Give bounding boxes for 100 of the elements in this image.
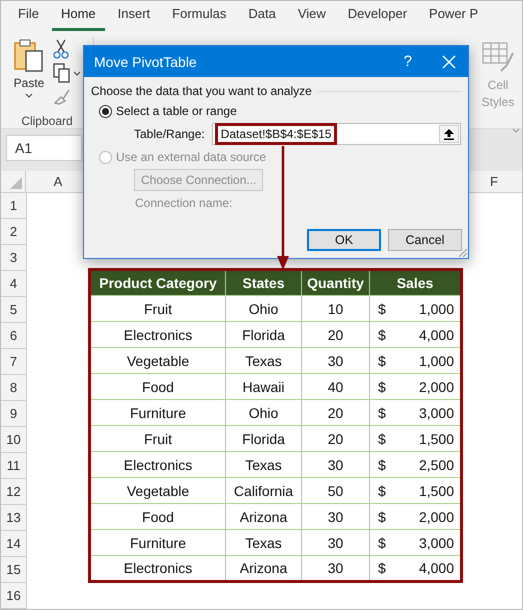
ribbon-tab[interactable]: Insert [108, 2, 160, 31]
collapse-button[interactable] [439, 125, 459, 143]
table-cell: Fruit [90, 296, 226, 322]
table-cell: 10 [302, 296, 370, 322]
sales-amount: 3,000 [418, 534, 454, 550]
row-number[interactable]: 1 [1, 193, 26, 219]
table-cell: Texas [226, 530, 302, 556]
caret-icon[interactable] [73, 70, 81, 76]
row-number[interactable]: 7 [1, 349, 26, 375]
ribbon-tab[interactable]: Power P [420, 2, 488, 31]
row-number[interactable]: 12 [1, 479, 26, 505]
table-cell: Ohio [226, 296, 302, 322]
sales-amount: 3,000 [418, 404, 454, 420]
column-heading: States [226, 270, 302, 296]
copy-icon[interactable] [53, 63, 71, 83]
row-number[interactable]: 4 [1, 271, 26, 297]
table-cell: Electronics [90, 322, 226, 348]
table-cell: Food [90, 374, 226, 400]
option-label[interactable]: Select a table or range [116, 104, 237, 118]
brush-icon[interactable] [53, 87, 71, 105]
sales-amount: 2,000 [418, 378, 454, 394]
table-cell: Vegetable [90, 478, 226, 504]
resize-grip-icon[interactable] [457, 247, 467, 257]
sales-amount: 1,000 [418, 300, 454, 316]
currency-symbol: $ [378, 326, 386, 342]
table-cell: 50 [302, 478, 370, 504]
range-value: Dataset!$B$4:$E$15 [214, 123, 338, 145]
row-number[interactable]: 8 [1, 375, 26, 401]
sales-amount: 4,000 [418, 326, 454, 342]
sales-amount: 1,000 [418, 352, 454, 368]
currency-symbol: $ [378, 456, 386, 472]
ribbon-tab[interactable]: View [288, 2, 335, 31]
currency-symbol: $ [378, 404, 386, 420]
table-cell: Texas [226, 452, 302, 478]
table-cell: Furniture [90, 530, 226, 556]
dialog-button[interactable]: Cancel [388, 229, 462, 251]
table-cell: Fruit [90, 426, 226, 452]
table-cell: 30 [302, 504, 370, 530]
currency-symbol: $ [378, 430, 386, 446]
currency-symbol: $ [378, 300, 386, 316]
row-number[interactable]: 5 [1, 297, 26, 323]
ribbon-tab[interactable]: Formulas [163, 2, 236, 31]
ribbon-tab[interactable]: File [9, 2, 48, 31]
row-number[interactable]: 15 [1, 557, 26, 583]
group-label: Clipboard [21, 114, 73, 128]
ribbon-tab[interactable]: Developer [338, 2, 416, 31]
table-cell: Florida [226, 426, 302, 452]
paste-label[interactable]: Paste [14, 76, 44, 90]
sales-amount: 1,500 [418, 482, 454, 498]
table-cell: California [226, 478, 302, 504]
section-heading: Choose the data that you want to analyze [91, 84, 312, 98]
currency-symbol: $ [378, 352, 386, 368]
table-cell: 30 [302, 452, 370, 478]
currency-symbol: $ [378, 534, 386, 550]
row-number[interactable]: 14 [1, 531, 26, 557]
row-number[interactable]: 2 [1, 219, 26, 245]
table-cell: Food [90, 504, 226, 530]
table-cell: Florida [226, 322, 302, 348]
table-cell: 40 [302, 374, 370, 400]
close-icon[interactable] [442, 54, 456, 68]
sales-amount: 4,000 [418, 560, 454, 576]
table-cell: Furniture [90, 400, 226, 426]
table-cell: Electronics [90, 452, 226, 478]
column-heading: Product Category [90, 270, 226, 296]
help-button[interactable]: ? [404, 53, 412, 70]
sales-amount: 2,000 [418, 508, 454, 524]
row-number[interactable]: 9 [1, 401, 26, 427]
row-number[interactable]: 6 [1, 323, 26, 349]
table-cell: Texas [226, 348, 302, 374]
sales-amount: 1,500 [418, 430, 454, 446]
currency-symbol: $ [378, 508, 386, 524]
range-field[interactable]: Dataset!$B$4:$E$15 [212, 123, 461, 145]
row-number[interactable]: 11 [1, 453, 26, 479]
connection-label: Connection name: [135, 196, 234, 210]
table-cell: 30 [302, 530, 370, 556]
scissors-icon[interactable] [53, 39, 69, 59]
row-number[interactable]: 10 [1, 427, 26, 453]
table-cell: Ohio [226, 400, 302, 426]
currency-symbol: $ [378, 378, 386, 394]
caret-icon[interactable] [25, 93, 33, 98]
row-number[interactable]: 16 [1, 583, 26, 609]
table-cell: Hawaii [226, 374, 302, 400]
field-label: Table/Range: [134, 127, 205, 141]
currency-symbol: $ [378, 560, 386, 576]
ribbon-tab[interactable]: Data [239, 2, 285, 31]
up-arrow-icon [444, 128, 454, 140]
table-cell: Arizona [226, 504, 302, 530]
radio-button[interactable] [99, 104, 112, 118]
dialog-title: Move PivotTable [94, 54, 198, 70]
row-number[interactable]: 3 [1, 245, 26, 271]
row-number[interactable]: 13 [1, 505, 26, 531]
dialog-button[interactable]: OK [307, 229, 381, 251]
name-box[interactable]: A1 [6, 135, 82, 161]
table-cell: 20 [302, 426, 370, 452]
table-cell: Vegetable [90, 348, 226, 374]
table-cell: 20 [302, 322, 370, 348]
sales-amount: 2,500 [418, 456, 454, 472]
clipboard-icon[interactable] [13, 39, 45, 73]
column-heading: Quantity [302, 270, 370, 296]
column-heading: Sales [370, 270, 462, 296]
